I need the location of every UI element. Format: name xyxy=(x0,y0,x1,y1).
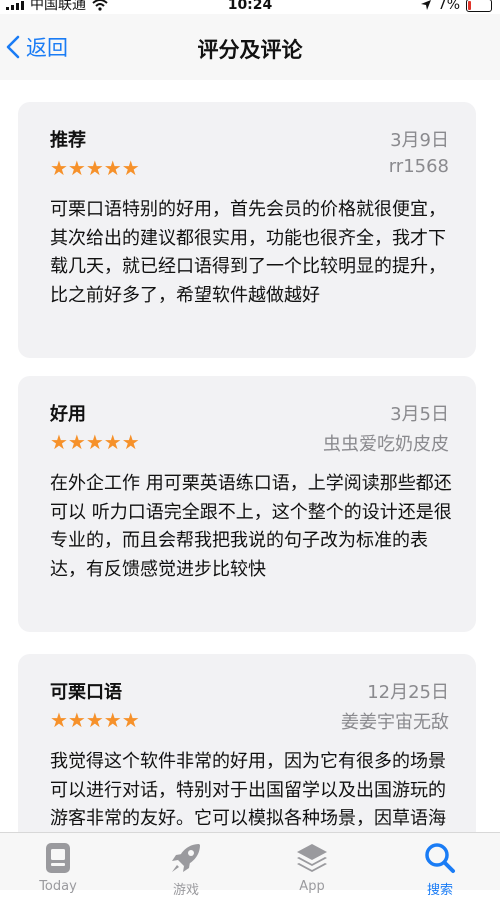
review-body: 在外企工作 用可栗英语练口语，上学阅读那些都还可以 听力口语完全跟不上，这个整个… xyxy=(50,473,452,580)
review-date: 3月5日 xyxy=(390,404,449,425)
review-body: 可栗口语特别的好用，首先会员的价格就很便宜，其次给出的建议都很实用，功能也很齐全… xyxy=(50,199,446,306)
reviews-list[interactable]: 推荐 3月9日 ★★★★★ rr1568 可栗口语特别的好用，首先会员的价格就很… xyxy=(0,80,500,832)
search-icon xyxy=(425,843,455,873)
review-author[interactable]: 虫虫爱吃奶皮皮 xyxy=(323,430,449,456)
star-rating: ★★★★★ xyxy=(50,710,140,730)
tab-label: App xyxy=(299,879,325,894)
review-card[interactable]: 好用 3月5日 ★★★★★ 虫虫爱吃奶皮皮 在外企工作 用可栗英语练口语，上学阅… xyxy=(18,376,476,632)
review-title: 推荐 xyxy=(50,130,86,151)
review-title: 可栗口语 xyxy=(50,682,122,703)
review-body: 我觉得这个软件非常的好用，因为它有很多的场景可以进行对话，特别对于出国留学以及出… xyxy=(50,751,446,829)
stars-icon: ★★★★★ xyxy=(50,156,140,180)
tab-bar: Today 游戏 App 搜索 xyxy=(0,832,500,898)
battery-percent: 7% xyxy=(437,0,460,13)
star-rating: ★★★★★ xyxy=(50,432,140,452)
review-author[interactable]: rr1568 xyxy=(389,156,449,177)
tab-label: Today xyxy=(39,879,77,894)
review-date: 3月9日 xyxy=(390,130,449,151)
tab-today[interactable]: Today xyxy=(18,841,98,894)
review-author[interactable]: 姜姜宇宙无敌 xyxy=(341,708,449,734)
review-title: 好用 xyxy=(50,404,86,425)
page-title: 评分及评论 xyxy=(197,38,303,62)
status-right: 7% xyxy=(420,0,492,12)
battery-icon xyxy=(466,0,492,12)
stars-icon: ★★★★★ xyxy=(50,430,140,454)
location-icon xyxy=(420,0,431,10)
today-icon xyxy=(46,843,70,873)
stars-icon: ★★★★★ xyxy=(50,708,140,732)
layers-icon xyxy=(297,844,327,872)
review-card[interactable]: 推荐 3月9日 ★★★★★ rr1568 可栗口语特别的好用，首先会员的价格就很… xyxy=(18,102,476,358)
rocket-icon xyxy=(172,844,200,872)
review-card[interactable]: 可栗口语 12月25日 ★★★★★ 姜姜宇宙无敌 我觉得这个软件非常的好用，因为… xyxy=(18,654,476,832)
star-rating: ★★★★★ xyxy=(50,158,140,178)
nav-bar: 返回 评分及评论 xyxy=(0,14,500,81)
tab-games[interactable]: 游戏 xyxy=(146,841,226,898)
review-date: 12月25日 xyxy=(367,682,449,703)
status-bar: 中国联通 10:24 7% xyxy=(0,0,500,14)
tab-search[interactable]: 搜索 xyxy=(400,841,480,898)
tab-apps[interactable]: App xyxy=(272,841,352,894)
